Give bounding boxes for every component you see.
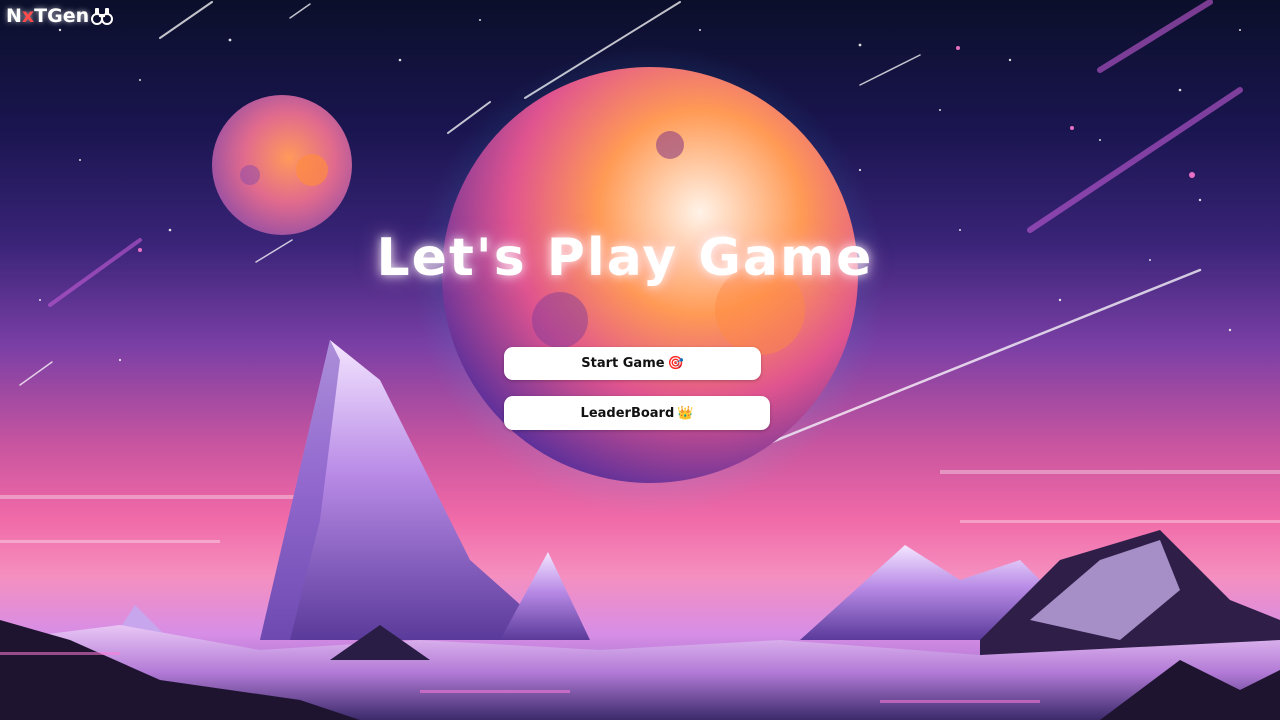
logo-suffix: TGen bbox=[34, 5, 90, 27]
crown-icon: 👑 bbox=[677, 405, 694, 421]
start-game-button[interactable]: Start Game 🎯 bbox=[504, 347, 761, 380]
logo-prefix: N bbox=[6, 5, 22, 27]
game-menu-screen: Nx TGen Let's Play Game Start Game 🎯 Lead… bbox=[0, 0, 1280, 720]
page-title: Let's Play Game bbox=[376, 228, 874, 288]
leaderboard-label: LeaderBoard bbox=[580, 405, 675, 421]
target-icon: 🎯 bbox=[667, 356, 684, 371]
logo-x: x bbox=[21, 5, 35, 27]
leaderboard-button[interactable]: LeaderBoard 👑 bbox=[504, 396, 770, 430]
start-game-label: Start Game bbox=[581, 356, 665, 371]
binoculars-icon bbox=[91, 6, 114, 26]
brand-logo[interactable]: Nx TGen bbox=[6, 5, 114, 27]
